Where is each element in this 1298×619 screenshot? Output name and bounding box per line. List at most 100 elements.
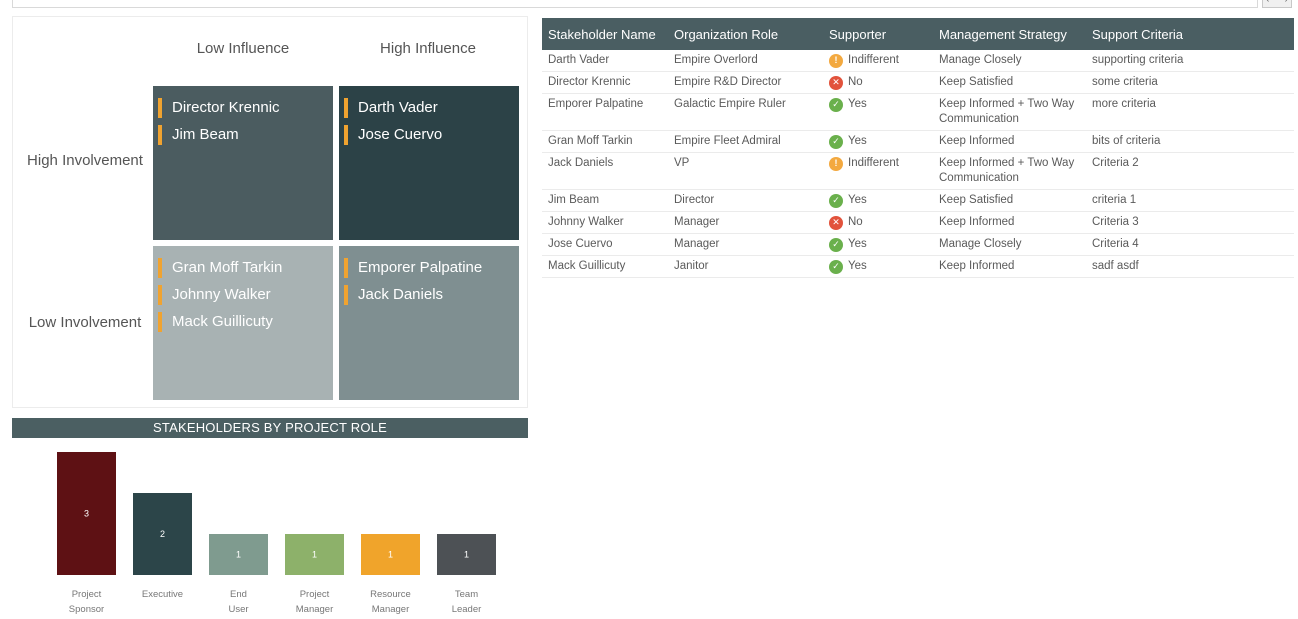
category-label: Team Leader (452, 589, 482, 615)
table-row[interactable]: Mack Guillicuty Janitor ✓ Yes Keep Informed s… (542, 255, 1294, 278)
table-row[interactable]: Jose Cuervo Manager ✓ Yes Manage Closely Crit… (542, 233, 1294, 256)
accent-bar (158, 97, 162, 118)
horizontal-scroll-control[interactable]: ‹ › (1262, 0, 1292, 8)
axis-label-low-involvement: Low Involvement (28, 314, 142, 331)
exclamation-circle-icon: ! (829, 53, 843, 68)
bar-value-label: 1 (388, 550, 393, 560)
supporter-label: Yes (848, 238, 867, 250)
cell-organization-role: Manager (668, 211, 823, 234)
stakeholder-name: Director Krennic (172, 99, 280, 116)
x-circle-icon: ✕ (829, 215, 843, 230)
quadrant-low-involvement-high-influence: Emporer Palpatine Jack Daniels (339, 246, 519, 400)
quadrant-stakeholder: Mack Guillicuty (153, 308, 333, 335)
cell-management-strategy: Keep Informed + Two Way Communication (933, 93, 1086, 131)
check-circle-icon: ✓ (829, 134, 843, 149)
cell-supporter: ✓ Yes (823, 130, 933, 153)
scroll-left-icon[interactable]: ‹ (1266, 0, 1269, 5)
stakeholder-name: Jim Beam (172, 126, 239, 143)
stakeholder-name: Johnny Walker (172, 286, 271, 303)
column-header-stakeholder-name[interactable]: Stakeholder Name (542, 18, 668, 50)
table-row[interactable]: Emporer Palpatine Galactic Empire Ruler ✓ Y… (542, 93, 1294, 131)
quadrant-stakeholder: Johnny Walker (153, 281, 333, 308)
table-row[interactable]: Director Krennic Empire R&D Director ✕ No Ke… (542, 71, 1294, 94)
table-row[interactable]: Jim Beam Director ✓ Yes Keep Satisfied criter… (542, 189, 1294, 212)
quadrant-stakeholder: Jim Beam (153, 121, 333, 148)
cell-stakeholder-name: Emporer Palpatine (542, 93, 668, 131)
quadrant-stakeholder: Darth Vader (339, 94, 519, 121)
column-header-management-strategy[interactable]: Management Strategy (933, 18, 1086, 50)
category-label: Project Sponsor (69, 589, 104, 615)
column-header-support-criteria[interactable]: Support Criteria (1086, 18, 1294, 50)
column-header-supporter[interactable]: Supporter (823, 18, 933, 50)
cell-organization-role: Director (668, 189, 823, 212)
exclamation-circle-icon: ! (829, 156, 843, 171)
bar-value-label: 1 (312, 550, 317, 560)
cell-management-strategy: Manage Closely (933, 233, 1086, 256)
quadrant-stakeholder: Gran Moff Tarkin (153, 254, 333, 281)
accent-bar (158, 124, 162, 145)
table-row[interactable]: Johnny Walker Manager ✕ No Keep Informed Crit… (542, 211, 1294, 234)
table-row[interactable]: Gran Moff Tarkin Empire Fleet Admiral ✓ Yes… (542, 130, 1294, 153)
cell-support-criteria: some criteria (1086, 71, 1294, 94)
category-label: Resource Manager (370, 589, 411, 615)
cell-supporter: ✓ Yes (823, 233, 933, 256)
cell-organization-role: Manager (668, 233, 823, 256)
cell-support-criteria: Criteria 3 (1086, 211, 1294, 234)
stakeholder-matrix: Low Influence High Influence High Involv… (12, 16, 528, 408)
bar-value-label: 2 (160, 529, 165, 539)
cell-support-criteria: Criteria 4 (1086, 233, 1294, 256)
cell-organization-role: VP (668, 152, 823, 190)
cell-stakeholder-name: Darth Vader (542, 50, 668, 72)
stakeholder-name: Mack Guillicuty (172, 313, 273, 330)
table-row[interactable]: Darth Vader Empire Overlord! Indifferent Ma… (542, 50, 1294, 72)
column-header-organization-role[interactable]: Organization Role (668, 18, 823, 50)
cell-support-criteria: Criteria 2 (1086, 152, 1294, 190)
x-circle-icon: ✕ (829, 75, 843, 90)
cell-organization-role: Janitor (668, 255, 823, 278)
quadrant-stakeholder: Jack Daniels (339, 281, 519, 308)
cell-supporter: ✓ Yes (823, 189, 933, 212)
check-circle-icon: ✓ (829, 97, 843, 112)
axis-label-high-involvement: High Involvement (27, 152, 143, 169)
supporter-label: Indifferent (848, 54, 899, 66)
cell-stakeholder-name: Mack Guillicuty (542, 255, 668, 278)
stakeholder-name: Jose Cuervo (358, 126, 443, 143)
cell-supporter: ✕ No (823, 71, 933, 94)
quadrant-low-involvement-low-influence: Gran Moff Tarkin Johnny Walker Mack Guilli… (153, 246, 333, 400)
stakeholder-name: Darth Vader (358, 99, 438, 116)
quadrant-high-involvement-high-influence: Darth Vader Jose Cuervo (339, 86, 519, 240)
cell-supporter: ✓ Yes (823, 93, 933, 131)
cell-management-strategy: Keep Satisfied (933, 189, 1086, 212)
supporter-label: No (848, 216, 863, 228)
stakeholder-name: Jack Daniels (358, 286, 444, 303)
cell-support-criteria: criteria 1 (1086, 189, 1294, 212)
table-header-row: Stakeholder Name Organization Role Suppo… (542, 18, 1294, 50)
stakeholder-name: Gran Moff Tarkin (172, 259, 283, 276)
check-circle-icon: ✓ (829, 237, 843, 252)
category-label: End User (228, 589, 248, 615)
quadrant-stakeholder: Emporer Palpatine (339, 254, 519, 281)
stakeholders-by-role-chart: STAKEHOLDERS BY PROJECT ROLE 3 Project Spo… (12, 418, 528, 619)
cell-stakeholder-name: Jack Daniels (542, 152, 668, 190)
cell-management-strategy: Manage Closely (933, 50, 1086, 72)
accent-bar (344, 284, 348, 305)
category-label: Executive (142, 589, 183, 600)
cell-supporter: ! Indifferent (823, 50, 933, 72)
axis-label-high-influence: High Influence (380, 40, 476, 57)
table-row[interactable]: Jack Daniels VP! Indifferent Keep Informed … (542, 152, 1294, 190)
accent-bar (158, 284, 162, 305)
stakeholder-table: Stakeholder Name Organization Role Suppo… (542, 18, 1294, 278)
supporter-label: Yes (848, 135, 867, 147)
cell-stakeholder-name: Jim Beam (542, 189, 668, 212)
supporter-label: Yes (848, 194, 867, 206)
cell-support-criteria: supporting criteria (1086, 50, 1294, 72)
supporter-label: Yes (848, 98, 867, 110)
accent-bar (158, 257, 162, 278)
bar-value-label: 3 (84, 509, 89, 519)
accent-bar (344, 124, 348, 145)
cell-stakeholder-name: Johnny Walker (542, 211, 668, 234)
scroll-right-icon[interactable]: › (1285, 0, 1288, 5)
cell-management-strategy: Keep Informed + Two Way Communication (933, 152, 1086, 190)
top-filter-bar (12, 0, 1258, 8)
cell-supporter: ! Indifferent (823, 152, 933, 190)
